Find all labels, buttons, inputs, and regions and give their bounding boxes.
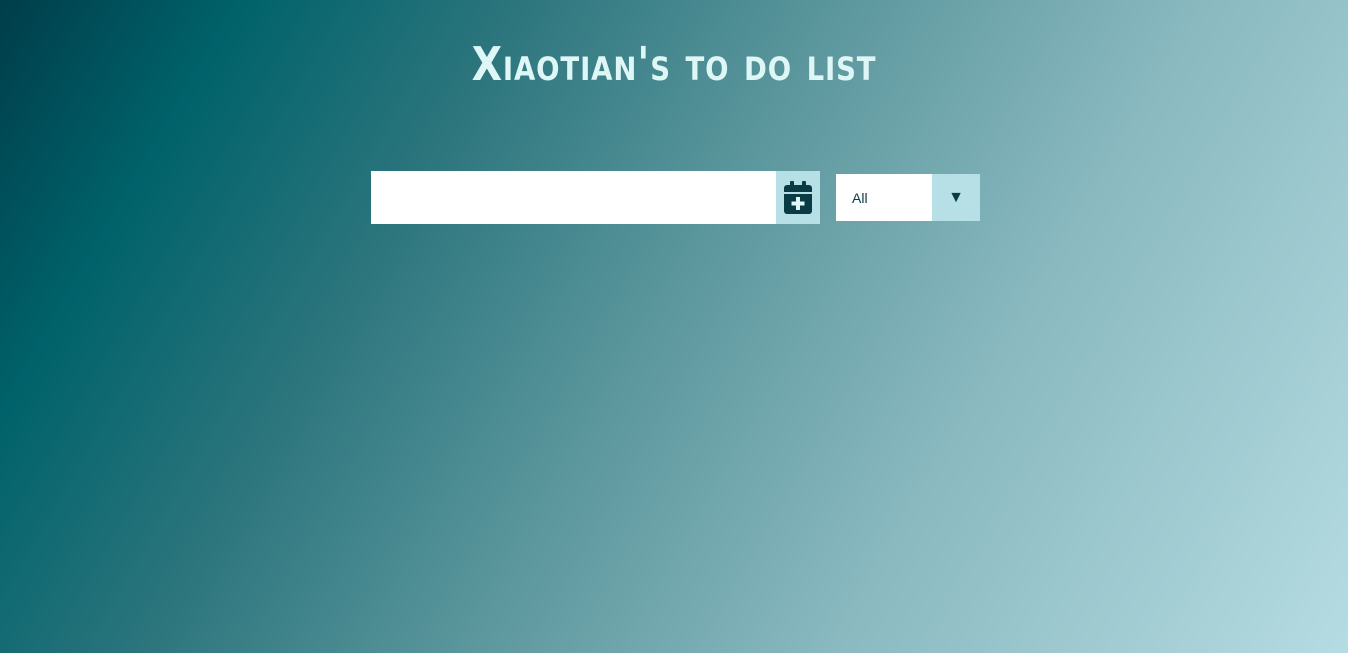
- filter-selected-value: All: [852, 189, 868, 206]
- todo-input[interactable]: [371, 171, 776, 224]
- chevron-down-icon: ▼: [932, 174, 980, 221]
- calendar-plus-icon: [784, 180, 812, 214]
- add-todo-button[interactable]: [776, 171, 820, 224]
- filter-select[interactable]: All ▼: [836, 174, 980, 221]
- todo-form: All ▼: [371, 171, 980, 224]
- page-title: Xiaotian's to do list: [471, 37, 877, 91]
